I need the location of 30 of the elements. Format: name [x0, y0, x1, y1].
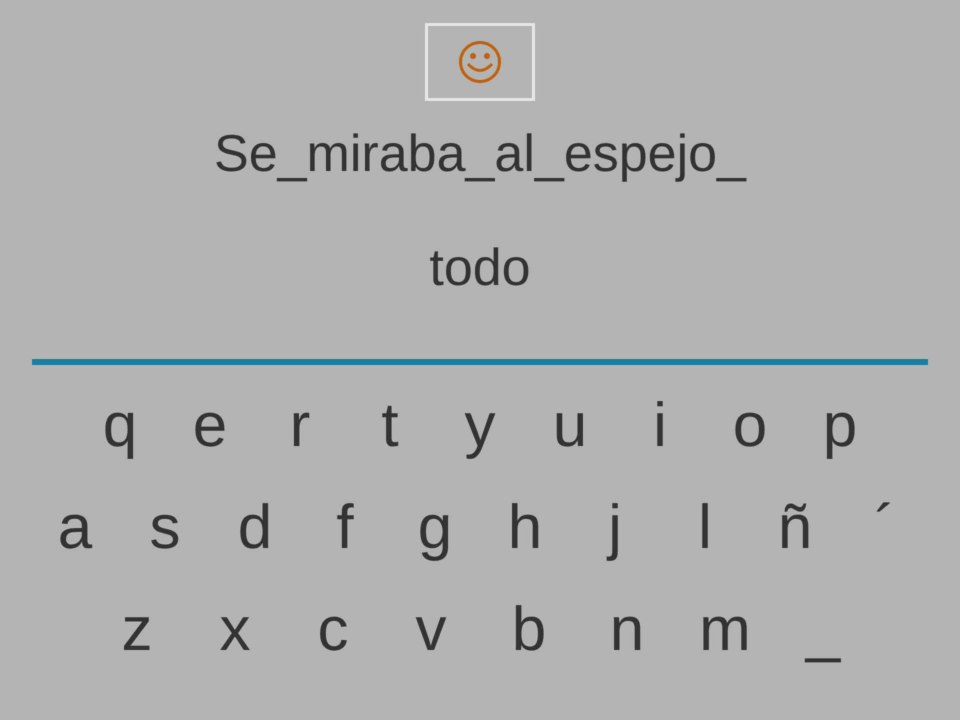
- key-button[interactable]: b: [480, 597, 578, 663]
- key-button[interactable]: m: [676, 597, 774, 663]
- key-button[interactable]: j: [570, 495, 660, 561]
- key-button[interactable]: r: [255, 393, 345, 459]
- key-button[interactable]: g: [390, 495, 480, 561]
- key-button[interactable]: u: [525, 393, 615, 459]
- key-button[interactable]: x: [186, 597, 284, 663]
- key-button[interactable]: t: [345, 393, 435, 459]
- key-button[interactable]: z: [88, 597, 186, 663]
- key-button[interactable]: l: [660, 495, 750, 561]
- sentence-text: Se_miraba_al_espejo_: [214, 124, 746, 185]
- key-button[interactable]: ´: [840, 495, 930, 561]
- key-button[interactable]: c: [284, 597, 382, 663]
- key-button[interactable]: v: [382, 597, 480, 663]
- smiley-icon: [458, 40, 502, 84]
- answer-text: todo: [429, 238, 531, 299]
- key-button[interactable]: _: [774, 597, 872, 663]
- key-button[interactable]: y: [435, 393, 525, 459]
- key-button[interactable]: f: [300, 495, 390, 561]
- key-button[interactable]: p: [795, 393, 885, 459]
- key-button[interactable]: h: [480, 495, 570, 561]
- key-button[interactable]: s: [120, 495, 210, 561]
- key-button[interactable]: o: [705, 393, 795, 459]
- key-button[interactable]: d: [210, 495, 300, 561]
- key-button[interactable]: n: [578, 597, 676, 663]
- key-button[interactable]: i: [615, 393, 705, 459]
- key-button[interactable]: e: [165, 393, 255, 459]
- key-button[interactable]: ñ: [750, 495, 840, 561]
- key-button[interactable]: a: [30, 495, 120, 561]
- key-button[interactable]: q: [75, 393, 165, 459]
